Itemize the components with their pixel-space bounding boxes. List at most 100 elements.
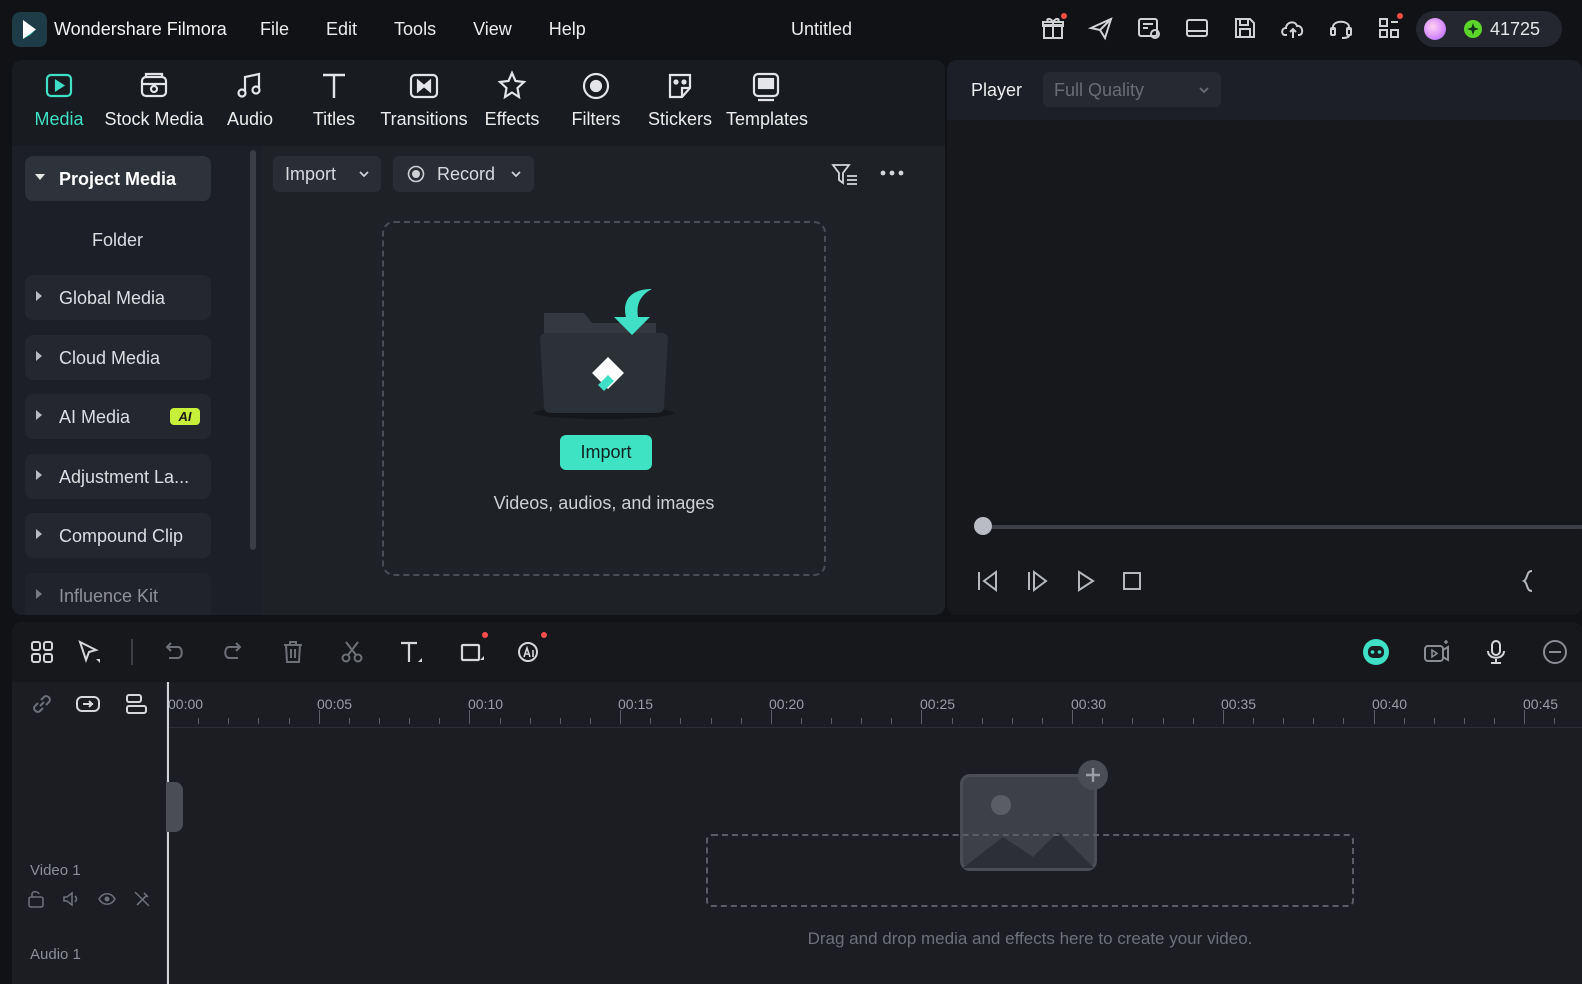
- delete-trash-icon[interactable]: [278, 637, 308, 667]
- menu-file[interactable]: File: [260, 19, 289, 40]
- sidebar-item-cloud-media[interactable]: Cloud Media: [25, 335, 211, 380]
- player-header: Player Full Quality: [947, 60, 1582, 120]
- lock-icon[interactable]: [26, 889, 46, 909]
- stop-icon[interactable]: [1118, 567, 1146, 595]
- filter-sort-icon[interactable]: [831, 162, 859, 188]
- link-icon[interactable]: [28, 690, 56, 718]
- tab-media[interactable]: Media: [26, 60, 92, 146]
- stock-media-icon: [138, 70, 170, 102]
- templates-icon: [750, 70, 782, 102]
- tab-effects[interactable]: Effects: [482, 60, 542, 146]
- quality-select[interactable]: Full Quality: [1043, 72, 1221, 107]
- tab-transitions[interactable]: Transitions: [380, 60, 468, 146]
- layout-icon[interactable]: [1183, 14, 1211, 42]
- track-label-audio: Audio 1: [30, 946, 81, 963]
- sidebar-item-ai-media[interactable]: AI Media AI: [25, 394, 211, 439]
- support-headset-icon[interactable]: [1327, 14, 1355, 42]
- sidebar-item-global-media[interactable]: Global Media: [25, 275, 211, 320]
- menu-tools[interactable]: Tools: [394, 19, 436, 40]
- sidebar-item-adjustment-layer[interactable]: Adjustment La...: [25, 454, 211, 499]
- time-ruler[interactable]: 00:00 00:05 00:10 00:15 00:20 00:25 00:3…: [168, 682, 1582, 728]
- more-options-icon[interactable]: [879, 168, 905, 178]
- timeline-panel: Video 1 Audio 1 00:00 00:05 00:10 00:15 …: [12, 622, 1582, 984]
- record-icon: [407, 165, 425, 183]
- tab-stickers[interactable]: Stickers: [648, 60, 712, 146]
- playhead[interactable]: [167, 682, 169, 984]
- zoom-out-icon[interactable]: [1540, 637, 1570, 667]
- track-manager-icon[interactable]: [122, 690, 150, 718]
- tick-label: 00:05: [317, 696, 353, 712]
- playback-scrubber[interactable]: [974, 517, 992, 535]
- feedback-icon[interactable]: [1135, 14, 1163, 42]
- caret-right-icon: [36, 589, 42, 599]
- play-icon[interactable]: [1071, 567, 1099, 595]
- eye-icon[interactable]: [97, 889, 117, 909]
- sidebar-item-compound-clip[interactable]: Compound Clip: [25, 513, 211, 558]
- app-name: Wondershare Filmora: [54, 19, 227, 39]
- mark-in-icon[interactable]: [1514, 567, 1542, 595]
- menu-help[interactable]: Help: [549, 19, 586, 40]
- tab-stock-media[interactable]: Stock Media: [104, 60, 204, 146]
- select-pointer-icon[interactable]: [74, 637, 104, 667]
- tick-label: 00:10: [468, 696, 504, 712]
- send-icon[interactable]: [1087, 14, 1115, 42]
- cloud-upload-icon[interactable]: [1279, 14, 1307, 42]
- tick-label: 00:20: [769, 696, 805, 712]
- tab-titles[interactable]: Titles: [308, 60, 360, 146]
- magic-wand-off-icon[interactable]: [132, 889, 152, 909]
- microphone-icon[interactable]: [1481, 637, 1511, 667]
- sidebar-item-influence-kit[interactable]: Influence Kit: [25, 573, 211, 615]
- previous-frame-icon[interactable]: [974, 567, 1002, 595]
- playhead-handle[interactable]: [166, 782, 183, 832]
- group-link-icon[interactable]: [74, 690, 102, 718]
- crop-icon[interactable]: [457, 637, 487, 667]
- add-plus-icon: [1078, 760, 1108, 790]
- notification-dot: [482, 632, 488, 638]
- speaker-icon[interactable]: [61, 889, 81, 909]
- next-frame-icon[interactable]: [1023, 567, 1051, 595]
- save-icon[interactable]: [1231, 14, 1259, 42]
- sidebar-item-project-media[interactable]: Project Media: [25, 156, 211, 201]
- layout-grid-icon[interactable]: [27, 637, 57, 667]
- record-dropdown-button[interactable]: Record: [393, 156, 534, 192]
- toolbar-divider: [131, 639, 133, 665]
- transitions-icon: [408, 70, 440, 102]
- ai-assistant-icon[interactable]: [1361, 637, 1391, 667]
- caret-right-icon: [36, 410, 42, 420]
- menu-edit[interactable]: Edit: [326, 19, 357, 40]
- credit-count: 41725: [1490, 19, 1541, 39]
- tab-filters[interactable]: Filters: [568, 60, 624, 146]
- timeline-toolbar: [12, 622, 1582, 682]
- import-button[interactable]: Import: [560, 435, 652, 470]
- text-t-icon: [318, 70, 350, 102]
- menu-view[interactable]: View: [473, 19, 512, 40]
- playback-progress-bar[interactable]: [983, 525, 1582, 529]
- avatar[interactable]: [1424, 18, 1446, 40]
- top-toolbar: [1039, 13, 1423, 42]
- chevron-down-icon: [511, 171, 521, 178]
- tick-label: 00:45: [1523, 696, 1559, 712]
- add-text-icon[interactable]: [397, 637, 427, 667]
- scissors-split-icon[interactable]: [337, 637, 367, 667]
- media-panel: Media Stock Media Audio Titles Transitio…: [12, 60, 945, 615]
- chevron-down-icon: [359, 171, 369, 178]
- ai-tools-icon[interactable]: [515, 637, 545, 667]
- gift-icon[interactable]: [1039, 13, 1067, 42]
- sidebar-scrollbar[interactable]: [250, 150, 256, 550]
- apps-grid-icon[interactable]: [1375, 13, 1403, 42]
- redo-icon[interactable]: [218, 637, 248, 667]
- filmora-logo-icon: [12, 12, 47, 47]
- sidebar-item-folder[interactable]: Folder: [92, 230, 143, 251]
- import-dropdown-button[interactable]: Import: [273, 156, 381, 192]
- undo-icon[interactable]: [159, 637, 189, 667]
- video-effects-icon[interactable]: [1421, 637, 1451, 667]
- track-header-column: Video 1 Audio 1: [12, 682, 167, 984]
- credit-coin-icon: [1464, 20, 1482, 38]
- tab-templates[interactable]: Templates: [726, 60, 808, 146]
- ruler-ticks: [168, 710, 1555, 724]
- media-drop-zone[interactable]: Import Videos, audios, and images: [382, 221, 826, 576]
- timeline-drop-zone[interactable]: [706, 834, 1354, 907]
- sticker-icon: [664, 70, 696, 102]
- credits-badge[interactable]: 41725: [1416, 11, 1562, 47]
- tab-audio[interactable]: Audio: [222, 60, 278, 146]
